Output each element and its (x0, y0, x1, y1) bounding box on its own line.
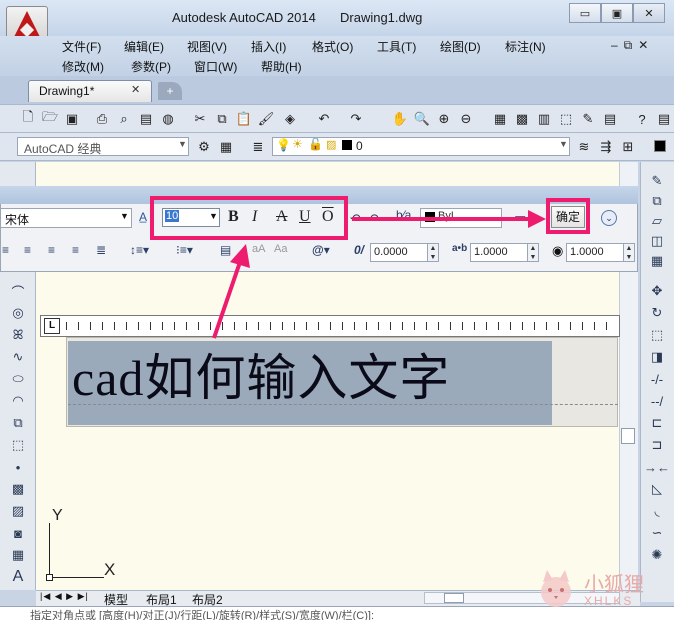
horizontal-scroll-thumb[interactable] (444, 593, 464, 603)
annotation-arrows (212, 210, 546, 339)
layout-nav-buttons[interactable]: |◀ ◀ ▶ ▶| (40, 591, 89, 602)
ucs-x-label: X (104, 560, 116, 579)
watermark-subtitle: XHLKS (584, 594, 634, 608)
autocad-window: ▾ Autodesk AutoCAD 2014 Drawing1.dwg ▭ ▣… (0, 0, 674, 620)
ucs-x-axis (49, 577, 104, 578)
ucs-y-axis (49, 523, 50, 578)
arrow-to-format-head (230, 244, 250, 268)
arrow-to-ok-head (528, 210, 546, 228)
ucs-y-label: Y (52, 507, 63, 524)
ucs-origin-icon (46, 574, 53, 581)
fox-logo-icon (541, 570, 571, 607)
watermark-title: 小狐狸 (584, 572, 644, 596)
arrow-to-format-line (212, 261, 242, 339)
